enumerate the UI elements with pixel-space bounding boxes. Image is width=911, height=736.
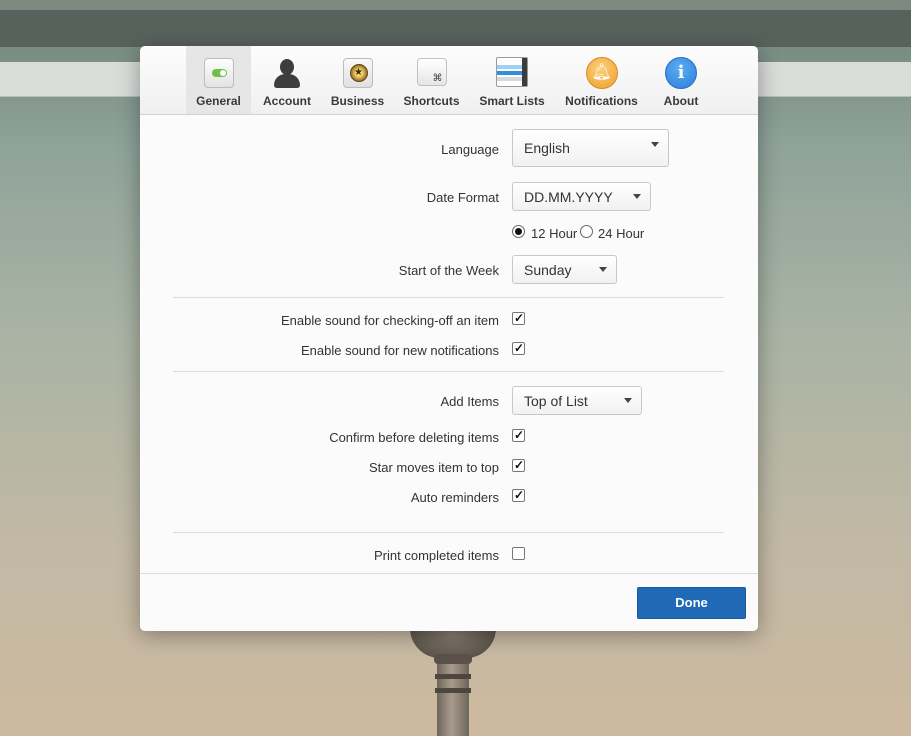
start-of-week-select[interactable]: Sunday: [512, 255, 617, 284]
language-value: English: [524, 140, 570, 156]
tab-account[interactable]: Account: [257, 46, 317, 114]
background-header-bar: [0, 10, 911, 47]
background-top-bar: [0, 0, 911, 10]
tab-shortcuts[interactable]: ⌘ Shortcuts: [399, 46, 464, 114]
chevron-down-icon: [624, 398, 632, 403]
tab-account-label: Account: [263, 94, 311, 108]
info-icon: i: [665, 57, 697, 89]
add-items-label: Add Items: [440, 394, 499, 409]
tab-shortcuts-label: Shortcuts: [403, 94, 460, 108]
dialog-footer: Done: [140, 573, 758, 631]
confirm-delete-checkbox[interactable]: ✓: [512, 428, 525, 442]
star-moves-label: Star moves item to top: [368, 460, 499, 475]
auto-reminders-label: Auto reminders: [410, 490, 499, 505]
background-tower-image: [410, 628, 496, 736]
preferences-dialog: General Account ★ Business ⌘ Shortcuts S…: [140, 46, 758, 631]
print-completed-label: Print completed items: [374, 548, 499, 563]
user-icon: [271, 57, 303, 89]
sound-checkoff-checkbox[interactable]: ✓: [512, 311, 525, 325]
chevron-down-icon: [633, 194, 641, 199]
date-format-select[interactable]: DD.MM.YYYY: [512, 182, 651, 211]
add-items-value: Top of List: [524, 393, 588, 409]
date-format-value: DD.MM.YYYY: [524, 189, 613, 205]
start-of-week-label: Start of the Week: [398, 263, 499, 278]
print-completed-checkbox[interactable]: [512, 547, 525, 560]
divider: [173, 297, 724, 298]
sound-checkoff-label: Enable sound for checking-off an item: [280, 313, 499, 328]
tab-general-label: General: [196, 94, 241, 108]
sound-notifications-label: Enable sound for new notifications: [300, 343, 499, 358]
divider: [173, 371, 724, 372]
language-label: Language: [441, 142, 499, 157]
medal-icon: ★: [342, 58, 373, 88]
chevron-down-icon: [599, 267, 607, 272]
preferences-toolbar: General Account ★ Business ⌘ Shortcuts S…: [140, 46, 758, 115]
sound-notifications-checkbox[interactable]: ✓: [512, 341, 525, 355]
tab-notifications[interactable]: 🔔︎ Notifications: [560, 46, 643, 114]
star-moves-checkbox[interactable]: ✓: [512, 458, 525, 472]
tab-business-label: Business: [330, 94, 385, 108]
chevron-down-icon: [651, 142, 659, 147]
tab-about[interactable]: i About: [654, 46, 708, 114]
language-select[interactable]: English: [512, 129, 669, 167]
radio-12-hour-label: 12 Hour: [531, 226, 578, 241]
tab-business[interactable]: ★ Business: [326, 46, 389, 114]
confirm-delete-label: Confirm before deleting items: [329, 430, 499, 445]
toggle-icon: [203, 58, 234, 88]
tab-notifications-label: Notifications: [565, 94, 638, 108]
tab-smart-lists-label: Smart Lists: [479, 94, 545, 108]
command-glyph: ⌘: [432, 73, 443, 84]
auto-reminders-checkbox[interactable]: ✓: [512, 488, 525, 502]
done-button[interactable]: Done: [637, 587, 746, 619]
add-items-select[interactable]: Top of List: [512, 386, 642, 415]
radio-12-hour[interactable]: [512, 225, 525, 238]
radio-24-hour[interactable]: [580, 225, 593, 238]
divider: [173, 532, 724, 533]
bell-icon: 🔔︎: [585, 57, 618, 89]
tab-about-label: About: [663, 94, 699, 108]
date-format-label: Date Format: [426, 190, 499, 205]
tab-general[interactable]: General: [186, 46, 251, 114]
start-of-week-value: Sunday: [524, 262, 572, 278]
smart-list-icon: [496, 57, 528, 87]
keyboard-key-icon: ⌘: [416, 58, 447, 86]
tab-smart-lists[interactable]: Smart Lists: [476, 46, 548, 114]
radio-24-hour-label: 24 Hour: [598, 226, 645, 241]
